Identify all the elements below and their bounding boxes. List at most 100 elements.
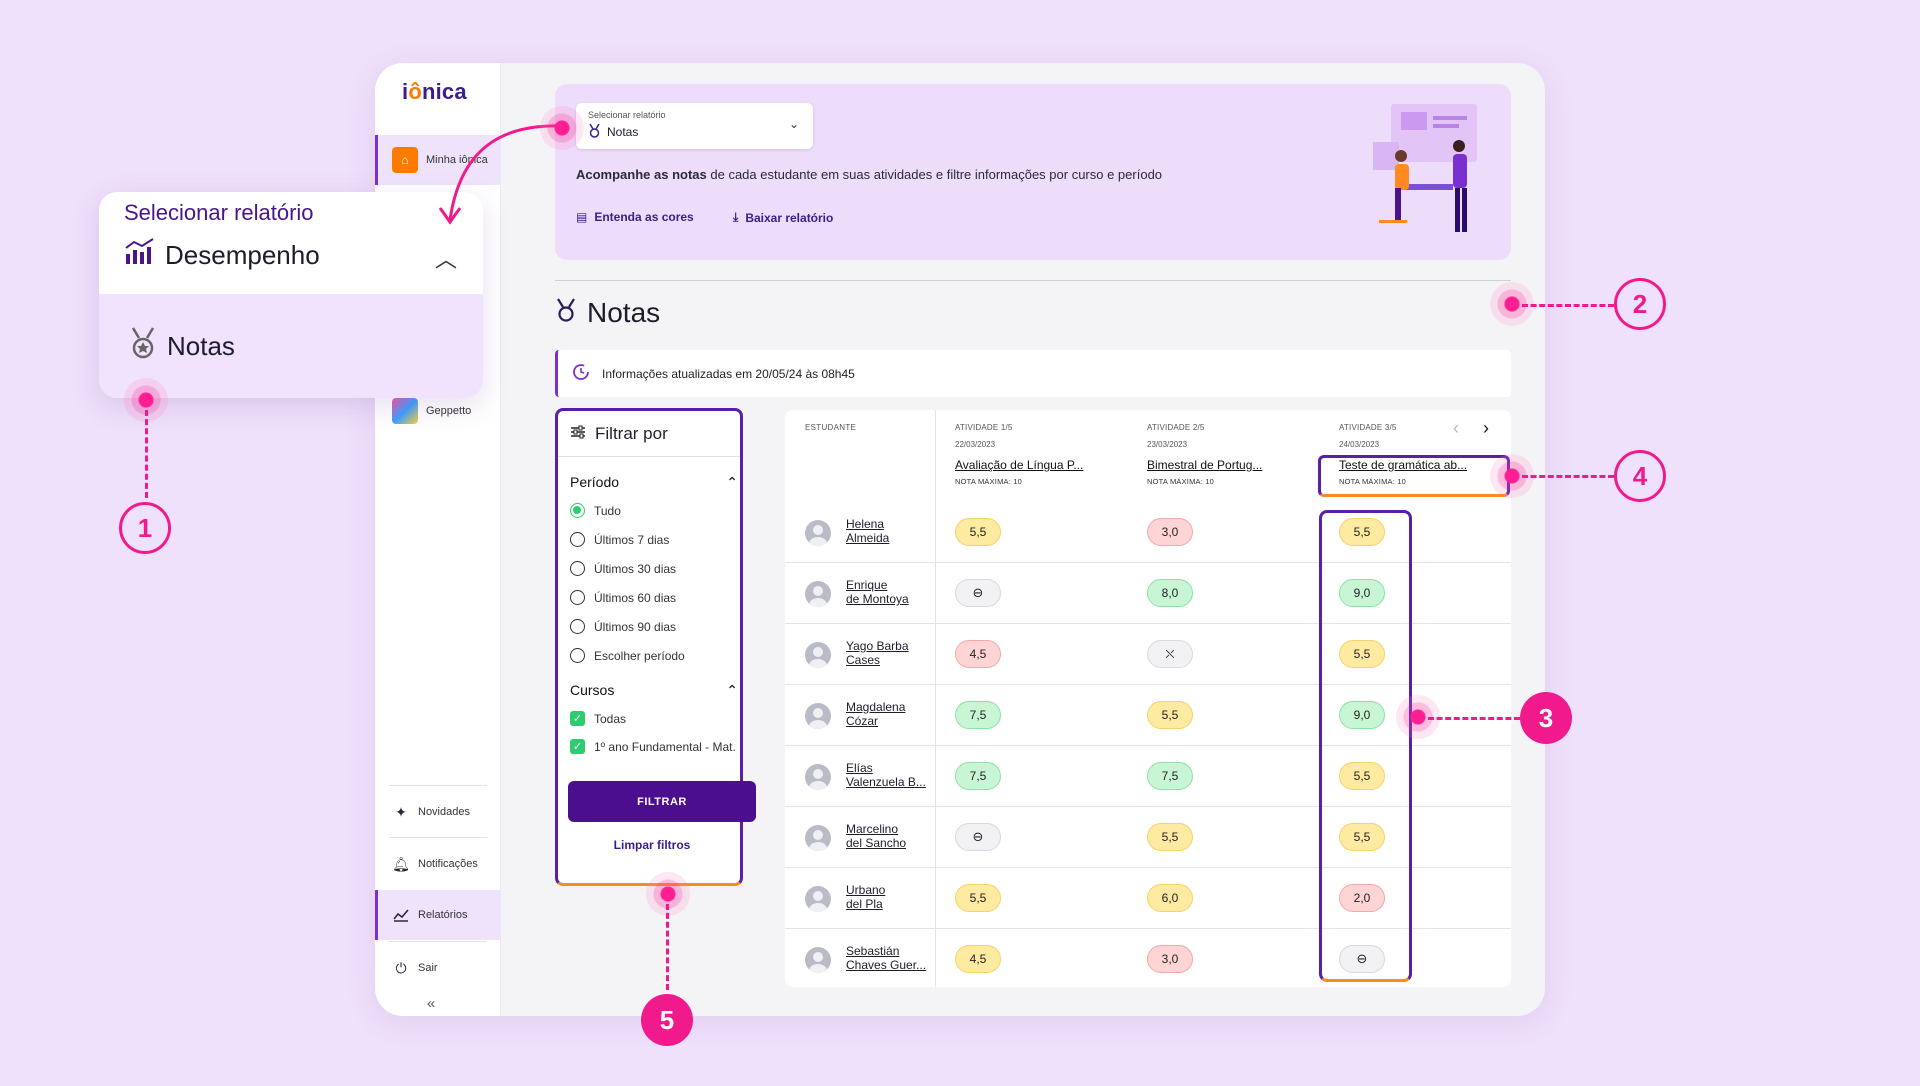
avatar — [805, 886, 831, 912]
student-name-link[interactable]: Yago Barba Cases — [846, 639, 931, 667]
chevron-up-icon: ⌃ — [726, 474, 738, 490]
grade-pill[interactable]: 5,5 — [955, 518, 1001, 546]
grade-pill[interactable]: ⊖ — [955, 579, 1001, 607]
grade-pill[interactable]: 5,5 — [955, 884, 1001, 912]
filter-button[interactable]: FILTRAR — [568, 781, 756, 822]
period-option[interactable]: Tudo — [570, 503, 621, 518]
avatar — [805, 764, 831, 790]
grade-pill[interactable]: ⊖ — [955, 823, 1001, 851]
bar-chart-icon — [124, 238, 156, 273]
banner-description: Acompanhe as notas de cada estudante em … — [576, 167, 1163, 182]
grade-pill[interactable]: 4,5 — [955, 640, 1001, 668]
avatar — [805, 520, 831, 546]
home-icon: ⌂ — [392, 147, 418, 173]
radio-selected[interactable] — [570, 503, 585, 518]
download-icon: ⤓ — [733, 210, 739, 224]
course-option[interactable]: ✓ Todas — [570, 711, 626, 726]
courses-section-header[interactable]: Cursos ⌃ — [570, 682, 738, 699]
callout-number-3: 3 — [1520, 692, 1572, 744]
avatar — [805, 703, 831, 729]
radio[interactable] — [570, 561, 585, 576]
activity-header[interactable]: ATIVIDADE 1/5 22/03/2023 Avaliação de Lí… — [955, 423, 1095, 486]
avatar — [805, 581, 831, 607]
callout-line — [1522, 475, 1614, 478]
course-option[interactable]: ✓ 1º ano Fundamental - Mat. — [570, 739, 736, 754]
chevron-up-icon: ⌃ — [726, 682, 738, 698]
sidebar-divider — [389, 941, 487, 942]
chart-icon — [392, 906, 410, 924]
sidebar-item-notificacoes[interactable]: 🔔︎ Notificações — [375, 839, 501, 889]
grades-column-highlight — [1319, 510, 1412, 982]
grade-pill[interactable]: 7,5 — [1147, 762, 1193, 790]
student-name-link[interactable]: Magdalena Cózar — [846, 700, 931, 728]
section-divider — [555, 280, 1511, 281]
student-name-link[interactable]: Marcelino del Sancho — [846, 822, 931, 850]
avatar-icon — [392, 398, 418, 424]
zoom-selected-option[interactable]: Desempenho — [124, 238, 320, 273]
clear-filters-button[interactable]: Limpar filtros — [558, 838, 746, 852]
checkbox-checked[interactable]: ✓ — [570, 739, 585, 754]
download-report-link[interactable]: ⤓ Baixar relatório — [733, 210, 833, 225]
student-name-link[interactable]: Enrique de Montoya — [846, 578, 931, 606]
callout-line — [1522, 304, 1614, 307]
filter-panel: Filtrar por Período ⌃ Tudo Últimos 7 dia… — [555, 408, 756, 886]
power-icon: ⏻ — [395, 959, 407, 976]
sidebar-item-label: Sair — [418, 962, 438, 974]
callout-line — [1428, 717, 1520, 720]
grade-pill[interactable]: 4,5 — [955, 945, 1001, 973]
radio[interactable] — [570, 648, 585, 663]
report-select[interactable]: Selecionar relatório Notas ⌄ — [576, 103, 813, 149]
understand-colors-link[interactable]: ▤ Entenda as cores — [576, 210, 694, 224]
callout-number-4: 4 — [1614, 450, 1666, 502]
chevron-right-icon[interactable]: › — [1483, 418, 1489, 439]
sidebar-item-label: Relatórios — [418, 909, 468, 921]
sidebar-item-novidades[interactable]: ✦ Novidades — [375, 787, 501, 837]
chevron-left-icon[interactable]: ‹ — [1453, 418, 1459, 439]
period-option[interactable]: Últimos 90 dias — [570, 619, 676, 634]
chevron-down-icon: ⌄ — [788, 117, 799, 131]
checkbox-checked[interactable]: ✓ — [570, 711, 585, 726]
callout-line — [666, 904, 669, 990]
report-select-zoom: Selecionar relatório Desempenho ︿ Notas — [99, 192, 483, 398]
sidebar-item-label: Novidades — [418, 806, 470, 818]
banner-illustration — [1373, 104, 1477, 232]
collapse-sidebar-button[interactable]: « — [427, 995, 435, 1012]
sidebar-item-relatorios[interactable]: Relatórios — [375, 890, 501, 940]
grade-pill[interactable]: 5,5 — [1147, 823, 1193, 851]
medal-icon — [588, 123, 601, 141]
radio[interactable] — [570, 619, 585, 634]
grade-pill[interactable]: 5,5 — [1147, 701, 1193, 729]
period-option[interactable]: Últimos 7 dias — [570, 532, 669, 547]
student-name-link[interactable]: Helena Almeida — [846, 517, 931, 545]
period-option[interactable]: Escolher período — [570, 648, 685, 663]
radio[interactable] — [570, 590, 585, 605]
sidebar-item-label: Geppetto — [426, 405, 472, 417]
avatar — [805, 642, 831, 668]
sidebar-item-sair[interactable]: ⏻ Sair — [375, 943, 501, 993]
activity-header[interactable]: ATIVIDADE 2/5 23/03/2023 Bimestral de Po… — [1147, 423, 1287, 486]
student-name-link[interactable]: Urbano del Pla — [846, 883, 931, 911]
radio[interactable] — [570, 532, 585, 547]
sidebar-divider — [389, 837, 487, 838]
period-option[interactable]: Últimos 60 dias — [570, 590, 676, 605]
page-title: Notas — [555, 297, 660, 329]
activity-header-highlight — [1318, 455, 1510, 497]
grade-pill[interactable]: 3,0 — [1147, 518, 1193, 546]
grade-pill[interactable]: 6,0 — [1147, 884, 1193, 912]
grade-pill[interactable]: 8,0 — [1147, 579, 1193, 607]
student-name-link[interactable]: Elías Valenzuela B... — [846, 761, 931, 789]
grade-pill[interactable]: 7,5 — [955, 701, 1001, 729]
filter-header: Filtrar por — [558, 411, 740, 457]
avatar — [805, 825, 831, 851]
update-info-banner: Informações atualizadas em 20/05/24 às 0… — [555, 350, 1511, 397]
sidebar-divider — [389, 785, 487, 786]
chevron-up-icon[interactable]: ︿ — [435, 242, 457, 274]
student-name-link[interactable]: Sebastián Chaves Guer... — [846, 944, 931, 972]
app-logo[interactable]: iônica — [402, 79, 467, 105]
grade-pill[interactable]: 3,0 — [1147, 945, 1193, 973]
grade-pill[interactable]: 7,5 — [955, 762, 1001, 790]
grade-pill[interactable]: ⛌ — [1147, 640, 1193, 668]
report-select-label: Selecionar relatório — [588, 110, 666, 120]
period-section-header[interactable]: Período ⌃ — [570, 474, 738, 491]
period-option[interactable]: Últimos 30 dias — [570, 561, 676, 576]
